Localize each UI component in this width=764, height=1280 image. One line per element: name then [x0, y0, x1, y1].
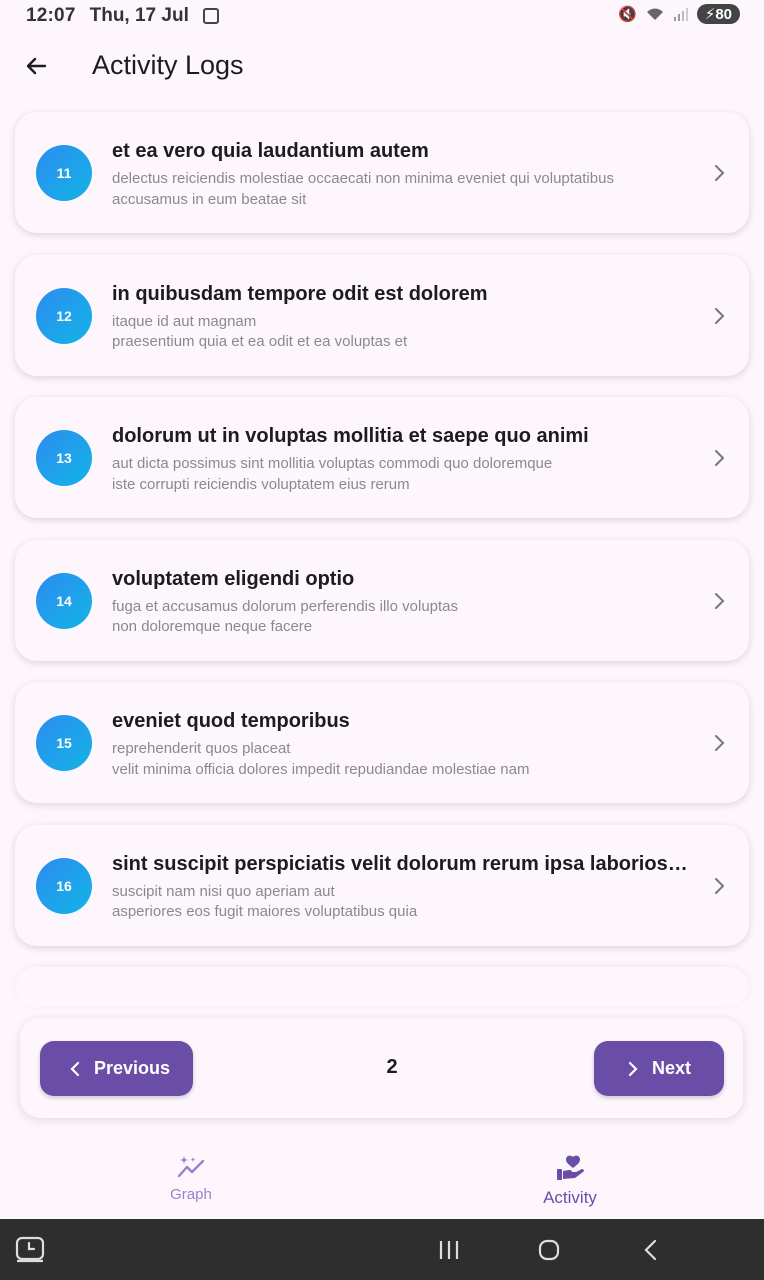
list-item[interactable]: 13 dolorum ut in voluptas mollitia et sa… — [15, 397, 749, 518]
system-navigation-bar — [0, 1219, 764, 1280]
chevron-right-icon — [715, 877, 725, 894]
chevron-right-icon — [715, 735, 725, 751]
chevron-right-icon — [715, 450, 725, 466]
log-body: aut dicta possimus sint mollitia volupta… — [112, 454, 692, 495]
status-time: 12:07 — [26, 5, 76, 26]
nav-item-graph[interactable]: Graph — [150, 1154, 232, 1203]
status-icons: 🔇 ⚡ 80 — [618, 4, 740, 24]
log-title: sint suscipit perspiciatis velit dolorum… — [112, 852, 692, 875]
hand-heart-icon — [557, 1155, 584, 1180]
log-title: voluptatem eligendi optio — [112, 567, 355, 590]
log-body: suscipit nam nisi quo aperiam aut asperi… — [112, 882, 692, 923]
sparkle-chart-icon — [177, 1156, 205, 1178]
bottom-navigation: Graph Activity — [0, 1140, 764, 1220]
list-item-partial[interactable] — [15, 967, 749, 1007]
log-id-badge: 14 — [36, 572, 92, 629]
current-page-number: 2 — [386, 1056, 398, 1078]
log-body-line: praesentium quia et ea odit et ea volupt… — [112, 333, 408, 350]
screenshot-icon — [202, 8, 219, 24]
wifi-icon — [646, 8, 663, 20]
previous-label: Previous — [94, 1058, 171, 1078]
list-item[interactable]: 15 eveniet quod temporibus reprehenderit… — [15, 682, 749, 803]
activity-list: 11 et ea vero quia laudantium autem dele… — [15, 112, 749, 1029]
log-body-line: reprehenderit quos placeat — [112, 740, 291, 757]
log-body-line: itaque id aut magnam — [112, 312, 257, 330]
log-body-line: suscipit nam nisi quo aperiam aut — [112, 882, 335, 900]
battery-indicator: ⚡ 80 — [696, 4, 740, 24]
log-body-line: iste corrupti reiciendis voluptatem eius… — [112, 475, 410, 493]
log-body-line: asperiores eos fugit maiores voluptatibu… — [112, 903, 418, 920]
log-id-badge: 15 — [36, 715, 92, 771]
screen-recorder-icon[interactable] — [15, 1235, 45, 1265]
log-body-line: velit minima officia dolores impedit rep… — [112, 760, 530, 778]
list-item[interactable]: 14 voluptatem eligendi optio fuga et acc… — [15, 539, 749, 661]
arrow-left-icon — [26, 57, 47, 75]
log-title: dolorum ut in voluptas mollitia et saepe… — [112, 425, 589, 447]
log-body-line: fuga et accusamus dolorum perferendis il… — [112, 597, 459, 615]
home-icon[interactable] — [538, 1239, 560, 1261]
mute-icon: 🔇 — [618, 6, 637, 23]
log-body-line: aut dicta possimus sint mollitia volupta… — [112, 455, 553, 472]
chevron-right-icon — [715, 592, 725, 609]
chevron-right-icon — [715, 307, 725, 324]
list-item[interactable]: 12 in quibusdam tempore odit est dolorem… — [15, 254, 749, 376]
chevron-right-icon — [715, 165, 725, 181]
log-id-badge: 16 — [36, 857, 92, 914]
log-title: et ea vero quia laudantium autem — [112, 140, 429, 162]
nav-item-activity[interactable]: Activity — [520, 1154, 620, 1208]
next-button[interactable]: Next — [594, 1041, 724, 1096]
pagination-bar: Previous 2 Next — [20, 1018, 743, 1118]
previous-button[interactable]: Previous — [40, 1041, 193, 1096]
list-item[interactable]: 16 sint suscipit perspiciatis velit dolo… — [15, 824, 749, 946]
chevron-right-icon — [628, 1061, 638, 1076]
log-id-badge: 12 — [36, 287, 92, 344]
log-title: in quibusdam tempore odit est dolorem — [112, 282, 488, 305]
next-label: Next — [652, 1058, 692, 1078]
back-button[interactable] — [20, 50, 52, 82]
list-item[interactable]: 11 et ea vero quia laudantium autem dele… — [15, 112, 749, 233]
log-id-badge: 13 — [36, 430, 92, 486]
app-bar: Activity Logs — [0, 38, 764, 94]
recent-apps-icon[interactable] — [438, 1239, 460, 1261]
log-id-badge: 11 — [36, 145, 92, 201]
log-body: delectus reiciendis molestiae occaecati … — [112, 169, 692, 210]
log-body: reprehenderit quos placeat velit minima … — [112, 739, 692, 780]
status-bar: 12:07 Thu, 17 Jul 🔇 ⚡ 80 — [0, 0, 764, 32]
log-title: eveniet quod temporibus — [112, 710, 350, 732]
nav-label-graph: Graph — [170, 1186, 212, 1203]
battery-level: 80 — [715, 5, 732, 23]
system-back-icon[interactable] — [642, 1239, 658, 1261]
chevron-left-icon — [70, 1061, 80, 1076]
page-title: Activity Logs — [92, 50, 244, 80]
log-body-line: accusamus in eum beatae sit — [112, 190, 307, 208]
log-body: itaque id aut magnam praesentium quia et… — [112, 312, 692, 353]
status-date: Thu, 17 Jul — [89, 5, 189, 26]
log-body: fuga et accusamus dolorum perferendis il… — [112, 597, 692, 638]
nav-label-activity: Activity — [543, 1188, 597, 1207]
log-body-line: non doloremque neque facere — [112, 618, 313, 635]
signal-icon — [673, 8, 688, 21]
log-body-line: delectus reiciendis molestiae occaecati … — [112, 170, 614, 187]
